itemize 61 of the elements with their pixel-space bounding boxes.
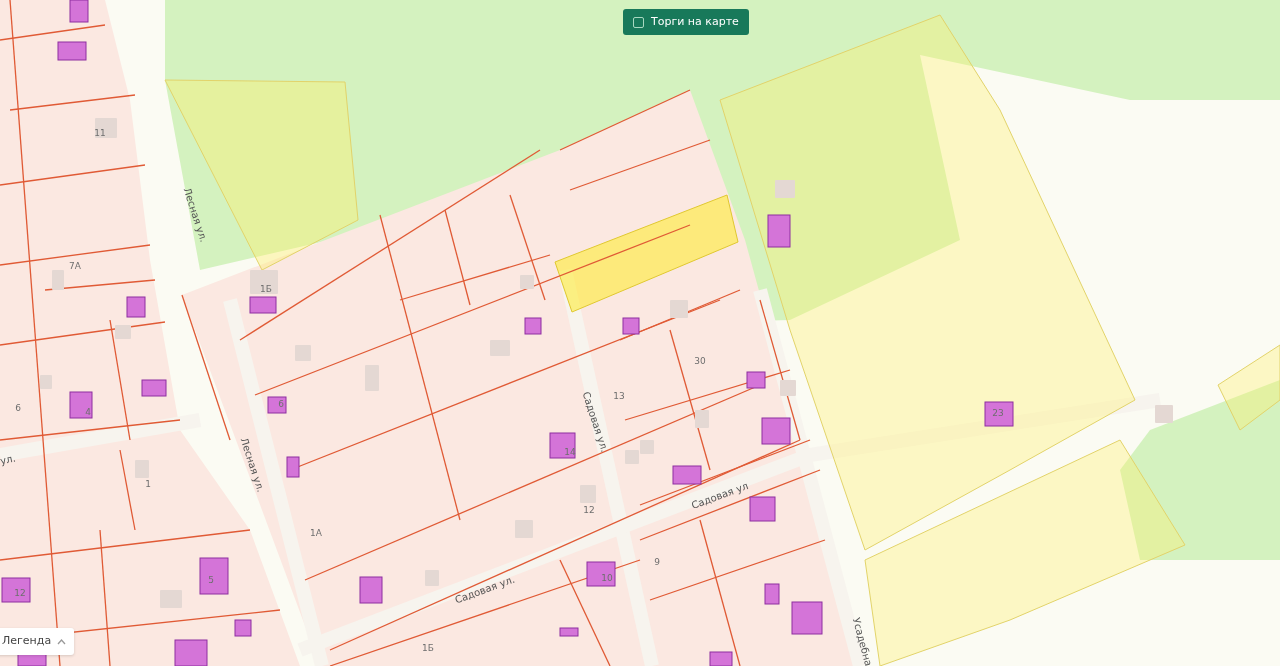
street-label: ул. — [0, 452, 17, 467]
house-number-label: 7А — [69, 260, 81, 271]
house-number-label: 9 — [654, 556, 660, 567]
auction-map-toggle[interactable]: Торги на карте — [623, 9, 749, 35]
house-number-label: 6 — [15, 402, 21, 413]
building — [126, 296, 146, 318]
building — [764, 583, 780, 605]
building — [984, 401, 1014, 427]
building — [749, 496, 776, 522]
building — [761, 417, 791, 445]
building — [1, 577, 31, 603]
house-number-label: 12 — [583, 504, 595, 515]
building — [672, 465, 702, 485]
building — [549, 432, 576, 459]
building — [57, 41, 87, 61]
building — [174, 639, 208, 666]
house-number-label: 5 — [208, 574, 214, 585]
building — [709, 651, 733, 666]
house-number-label: 1А — [310, 527, 322, 538]
building — [69, 391, 93, 419]
legend-button[interactable]: Легенда — [0, 628, 75, 655]
outbuilding — [115, 325, 131, 339]
outbuilding — [1155, 405, 1173, 423]
building — [791, 601, 823, 635]
house-number-label: 1Б — [260, 283, 272, 294]
street-label: Лесная ул. — [238, 436, 267, 494]
outbuilding — [695, 410, 709, 428]
outbuilding — [520, 275, 534, 289]
checkbox[interactable] — [633, 16, 644, 28]
house-number-label: 1 — [145, 478, 151, 489]
house-number-label: 6 — [278, 398, 284, 409]
house-number-label: 14 — [564, 446, 576, 457]
building — [746, 371, 766, 389]
house-number-label: 4 — [85, 406, 91, 417]
outbuilding — [250, 270, 278, 294]
building — [234, 619, 252, 637]
house-number-label: 12 — [14, 587, 26, 598]
outbuilding — [52, 270, 64, 290]
house-number-label: 1Б — [422, 642, 434, 653]
house-number-label: 30 — [694, 355, 706, 366]
building — [767, 214, 791, 248]
building — [559, 627, 579, 637]
building — [586, 561, 616, 587]
outbuilding — [670, 300, 688, 318]
outbuilding — [775, 180, 795, 198]
outbuilding — [780, 380, 796, 396]
street-label: Лесная ул. — [181, 186, 210, 244]
building — [141, 379, 167, 397]
house-number-label: 10 — [601, 572, 613, 583]
building — [249, 296, 277, 314]
outbuilding — [40, 375, 52, 389]
building — [286, 456, 300, 478]
house-number-label: 13 — [613, 390, 625, 401]
building — [622, 317, 640, 335]
building — [199, 557, 229, 595]
building — [524, 317, 542, 335]
house-number-label: 11 — [94, 127, 106, 138]
building — [267, 396, 287, 414]
building — [69, 0, 89, 23]
house-number-label: 23 — [992, 407, 1004, 418]
building — [359, 576, 383, 604]
